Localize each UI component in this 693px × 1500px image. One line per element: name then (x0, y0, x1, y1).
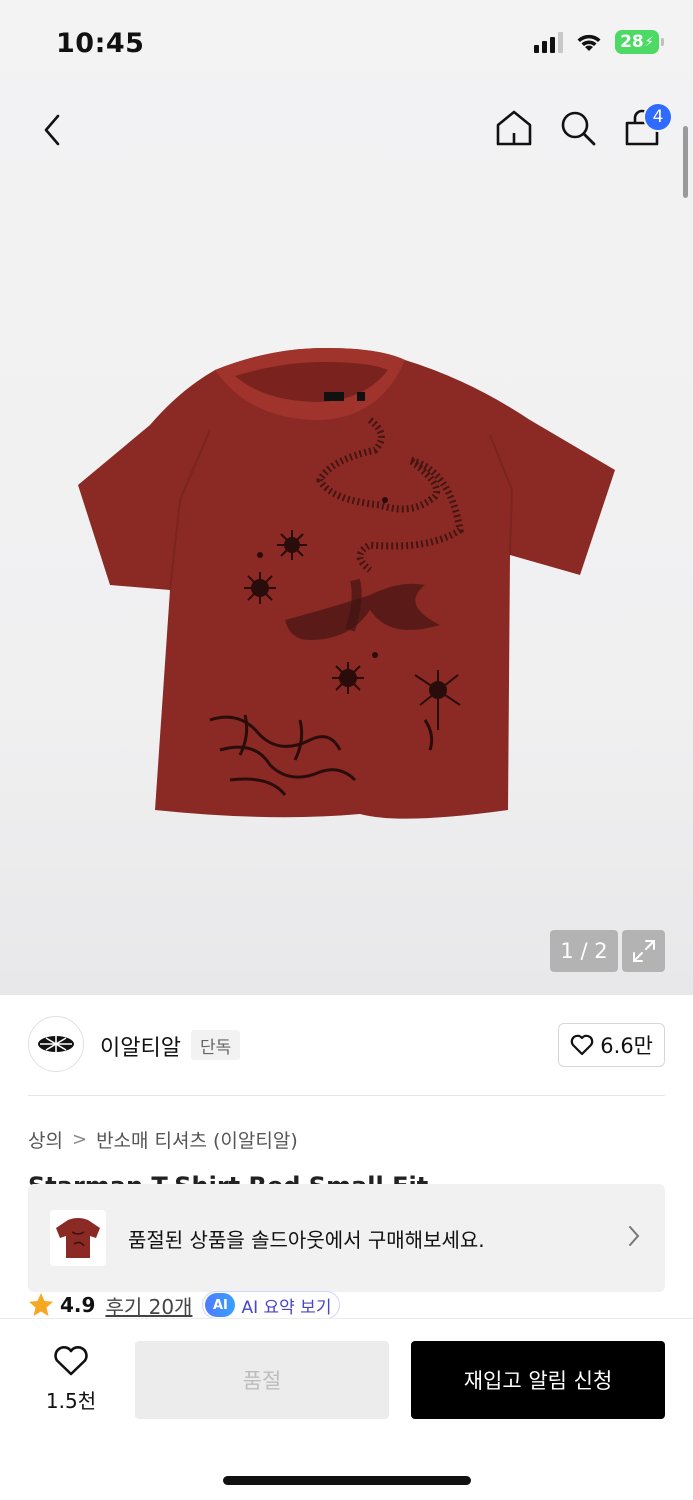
product-gallery[interactable]: 10:45 28 ⚡ 4 1 / 2 (0, 0, 693, 995)
heart-icon (570, 1034, 594, 1056)
soldout-button[interactable]: 품절 (135, 1341, 389, 1419)
search-icon (561, 111, 596, 146)
expand-icon (632, 940, 655, 962)
battery-icon: 28 ⚡ (615, 30, 664, 54)
cart-count-badge: 4 (643, 102, 673, 132)
ai-badge: AI (205, 1293, 236, 1317)
home-indicator[interactable] (223, 1476, 471, 1485)
home-button[interactable] (493, 104, 535, 152)
soldout-banner[interactable]: 품절된 상품을 솔드아웃에서 구매해보세요. (28, 1184, 665, 1292)
divider (28, 1095, 665, 1096)
exclusive-tag: 단독 (191, 1030, 241, 1060)
battery-level: 28 (620, 32, 644, 52)
status-time: 10:45 (56, 28, 145, 59)
breadcrumb: 상의 > 반소매 티셔츠 (이알티알) (28, 1126, 298, 1153)
brand-row[interactable]: 이알티알 단독 6.6만 (28, 1016, 665, 1074)
rating-row: 4.9 후기 20개 AI AI 요약 보기 (28, 1290, 341, 1320)
brand-logo-icon (38, 1036, 74, 1052)
wifi-icon (577, 34, 601, 51)
back-button[interactable] (34, 108, 70, 152)
home-icon (496, 110, 532, 146)
review-link[interactable]: 후기 20개 (105, 1291, 192, 1320)
chevron-left-icon (44, 114, 60, 146)
banner-thumbnail (50, 1210, 106, 1266)
brand-logo[interactable] (28, 1016, 84, 1072)
search-button[interactable] (557, 104, 599, 152)
nav-bar: 4 (0, 100, 693, 160)
image-pager: 1 / 2 (550, 930, 618, 972)
expand-button[interactable] (622, 930, 665, 972)
breadcrumb-item[interactable]: 반소매 티셔츠 (이알티알) (96, 1126, 298, 1153)
scrollbar[interactable] (683, 126, 688, 198)
status-icons: 28 ⚡ (534, 30, 664, 54)
brand-like-count: 6.6만 (600, 1034, 653, 1058)
star-icon (29, 1293, 53, 1316)
chevron-right-icon: > (71, 1129, 88, 1150)
charging-bolt-icon: ⚡ (644, 34, 654, 50)
heart-icon (54, 1346, 88, 1376)
chevron-right-icon (629, 1226, 640, 1246)
cart-button[interactable]: 4 (621, 102, 673, 152)
cellular-signal-icon (534, 31, 563, 53)
wishlist-count: 1.5천 (45, 1389, 97, 1413)
status-bar: 10:45 28 ⚡ (0, 0, 693, 90)
restock-alert-button[interactable]: 재입고 알림 신청 (411, 1341, 665, 1419)
ai-summary-button[interactable]: AI AI 요약 보기 (202, 1291, 341, 1319)
soldout-banner-text: 품절된 상품을 솔드아웃에서 구매해보세요. (128, 1228, 485, 1252)
bottom-action-bar: 1.5천 품절 재입고 알림 신청 (0, 1318, 693, 1500)
rating-value: 4.9 (60, 1293, 96, 1317)
tshirt-thumbnail-icon (56, 1218, 100, 1258)
ai-summary-label: AI 요약 보기 (241, 1297, 332, 1318)
product-image[interactable] (70, 340, 620, 830)
brand-name[interactable]: 이알티알 (100, 1030, 181, 1062)
brand-like-button[interactable]: 6.6만 (558, 1023, 665, 1067)
wishlist-button[interactable]: 1.5천 (40, 1345, 102, 1414)
breadcrumb-item[interactable]: 상의 (28, 1126, 63, 1153)
